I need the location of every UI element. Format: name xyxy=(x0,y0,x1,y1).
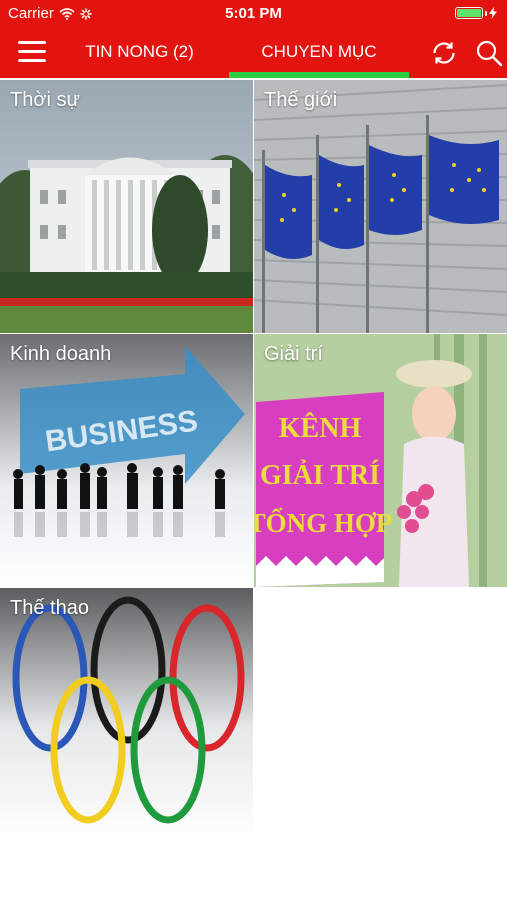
olympic-rings-image xyxy=(0,588,253,841)
category-label: Giải trí xyxy=(264,343,323,365)
category-label: Thế giới xyxy=(264,89,338,111)
status-bar: Carrier 5:01 PM xyxy=(0,0,507,28)
menu-button[interactable] xyxy=(18,41,46,65)
navigation-bar: TIN NONG (2) CHUYEN MỤC xyxy=(0,28,507,78)
entertainment-image-text-line: GIẢI TRÍ xyxy=(260,460,380,491)
search-icon[interactable] xyxy=(475,39,503,67)
category-tile-business[interactable]: BUSINESS Kinh doanh xyxy=(0,334,253,587)
charging-bolt-icon xyxy=(489,7,497,19)
active-tab-indicator xyxy=(229,72,409,78)
category-tile-entertainment[interactable]: KÊNH GIẢI TRÍ TỔNG HỢP Giải trí xyxy=(254,334,507,587)
eu-flags-image xyxy=(254,80,507,333)
category-label: Thế thao xyxy=(10,597,89,619)
tab-hot-news[interactable]: TIN NONG (2) xyxy=(72,28,207,78)
entertainment-image-text-line: TỔNG HỢP xyxy=(254,507,392,538)
status-time: 5:01 PM xyxy=(225,5,282,22)
business-image: BUSINESS xyxy=(0,334,253,587)
refresh-icon[interactable] xyxy=(430,39,458,67)
category-tile-current-affairs[interactable]: Thời sự xyxy=(0,80,253,333)
menu-icon-line xyxy=(18,50,46,53)
white-house-image xyxy=(0,80,253,333)
category-tile-world[interactable]: Thế giới xyxy=(254,80,507,333)
battery-icon xyxy=(455,7,497,19)
category-tile-sports[interactable]: Thế thao xyxy=(0,588,253,841)
category-label: Kinh doanh xyxy=(10,343,112,365)
tab-categories[interactable]: CHUYEN MỤC xyxy=(229,28,409,78)
menu-icon-line xyxy=(18,41,46,44)
menu-icon-line xyxy=(18,59,46,62)
entertainment-image-text-line: KÊNH xyxy=(279,413,362,444)
entertainment-image: KÊNH GIẢI TRÍ TỔNG HỢP xyxy=(254,334,507,587)
category-label: Thời sự xyxy=(10,89,80,111)
